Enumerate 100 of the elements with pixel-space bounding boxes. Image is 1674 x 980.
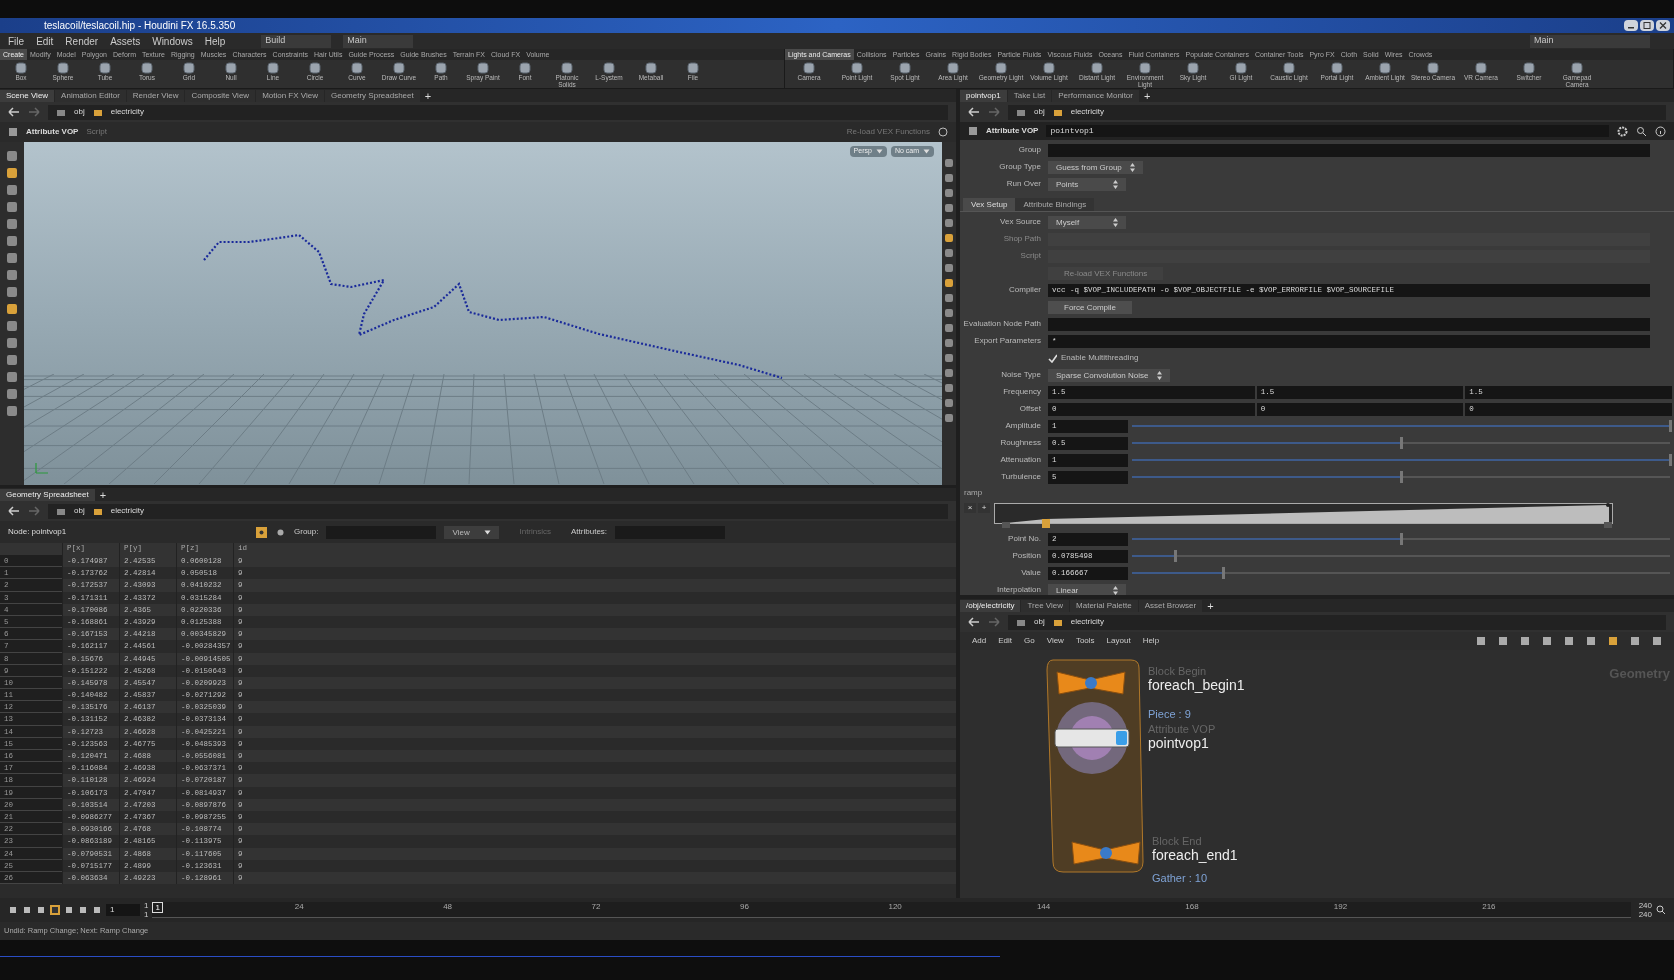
- menu-item[interactable]: View: [1046, 635, 1064, 647]
- menu-item[interactable]: Windows: [152, 33, 193, 49]
- pane-tab[interactable]: Geometry Spreadsheet: [0, 489, 95, 501]
- slider-track[interactable]: [1132, 437, 1670, 449]
- frame-field[interactable]: 1: [106, 904, 140, 916]
- square-icon[interactable]: [944, 308, 954, 318]
- pane-tab[interactable]: Asset Browser: [1138, 600, 1203, 612]
- parameter-tab[interactable]: Attribute Bindings: [1015, 198, 1095, 211]
- square-icon[interactable]: [1542, 636, 1552, 646]
- slider-handle[interactable]: [1174, 550, 1178, 562]
- desktop-dropdown[interactable]: Main: [343, 34, 414, 48]
- square-icon[interactable]: [6, 167, 18, 179]
- square-icon[interactable]: [944, 353, 954, 363]
- search-icon[interactable]: [1636, 125, 1647, 137]
- pane-tab[interactable]: Animation Editor: [55, 90, 126, 102]
- square-icon[interactable]: [6, 218, 18, 230]
- pane-tab[interactable]: Render View: [126, 90, 185, 102]
- forward-arrow-icon[interactable]: [988, 617, 1000, 627]
- ramp-point-button[interactable]: +: [978, 503, 990, 513]
- back-arrow-icon[interactable]: [8, 506, 20, 516]
- square-icon[interactable]: [1498, 636, 1508, 646]
- square-icon[interactable]: [6, 405, 18, 417]
- square-icon[interactable]: [944, 263, 954, 273]
- square-icon[interactable]: [6, 354, 18, 366]
- slider-track[interactable]: [1132, 420, 1670, 432]
- slider-handle[interactable]: [1669, 454, 1672, 466]
- text-field[interactable]: [1048, 143, 1650, 157]
- add-tab-button[interactable]: +: [420, 90, 436, 102]
- close-icon[interactable]: [1656, 20, 1670, 31]
- pane-tab[interactable]: Geometry Spreadsheet: [325, 90, 420, 102]
- square-icon[interactable]: [944, 218, 954, 228]
- path-segment[interactable]: electricity: [110, 505, 145, 517]
- add-tab-button[interactable]: +: [1203, 600, 1218, 612]
- square-icon[interactable]: [1586, 636, 1596, 646]
- add-tab-button[interactable]: +: [95, 489, 111, 501]
- square-icon[interactable]: [944, 188, 954, 198]
- ramp-editor-drawing[interactable]: [994, 503, 1614, 529]
- ramp-point-button[interactable]: ×: [964, 503, 976, 513]
- menu-item[interactable]: Tools: [1075, 635, 1095, 647]
- points-mode-icon[interactable]: [256, 526, 267, 538]
- pane-tab[interactable]: Composite View: [185, 90, 256, 102]
- forward-arrow-icon[interactable]: [28, 107, 40, 117]
- slider-handle[interactable]: [1400, 471, 1403, 483]
- square-icon[interactable]: [6, 303, 18, 315]
- square-icon[interactable]: [1608, 636, 1618, 646]
- square-icon[interactable]: [1476, 636, 1486, 646]
- pane-tab[interactable]: pointvop1: [960, 90, 1007, 102]
- search-icon[interactable]: [1656, 905, 1666, 915]
- square-icon[interactable]: [944, 338, 954, 348]
- dropdown-menu[interactable]: Sparse Convolution Noise: [1048, 368, 1170, 382]
- path-segment[interactable]: obj: [74, 505, 85, 517]
- dropdown-menu[interactable]: Guess from Group: [1048, 160, 1143, 174]
- menu-item[interactable]: Edit: [36, 33, 54, 49]
- pane-tab[interactable]: Tree View: [1021, 600, 1070, 612]
- menu-item[interactable]: Assets: [110, 33, 141, 49]
- menu-item[interactable]: Edit: [998, 635, 1013, 647]
- square-icon[interactable]: [944, 383, 954, 393]
- dropdown-menu[interactable]: Points: [1048, 177, 1126, 191]
- square-icon[interactable]: [6, 388, 18, 400]
- back-arrow-icon[interactable]: [968, 107, 980, 117]
- square-icon[interactable]: [944, 368, 954, 378]
- add-tab-button[interactable]: +: [1140, 90, 1155, 102]
- pane-tab[interactable]: Performance Monitor: [1052, 90, 1139, 102]
- slider-handle[interactable]: [1222, 567, 1226, 579]
- square-icon[interactable]: [944, 413, 954, 423]
- minimize-icon[interactable]: [1624, 20, 1638, 31]
- slider-handle[interactable]: [1400, 533, 1403, 545]
- square-icon[interactable]: [944, 278, 954, 288]
- menu-item[interactable]: Go: [1024, 635, 1035, 647]
- square-icon[interactable]: [6, 320, 18, 332]
- square-icon[interactable]: [944, 398, 954, 408]
- path-segment[interactable]: electricity: [1070, 106, 1105, 118]
- square-icon[interactable]: [1520, 636, 1530, 646]
- back-arrow-icon[interactable]: [968, 617, 980, 627]
- timeline-ruler[interactable]: 1 24 48 72 96 120 144 168 192 216: [152, 902, 1631, 918]
- block-node-drawing[interactable]: [1055, 670, 1127, 696]
- dropdown-menu[interactable]: Myself: [1048, 215, 1126, 229]
- slider-handle[interactable]: [1400, 437, 1403, 449]
- menu-item[interactable]: Add: [972, 635, 987, 647]
- current-frame-marker[interactable]: 1: [152, 902, 163, 913]
- slider-track[interactable]: [1132, 567, 1670, 579]
- menu-item[interactable]: Layout: [1106, 635, 1131, 647]
- menu-item[interactable]: Help: [1142, 635, 1160, 647]
- square-icon[interactable]: [1630, 636, 1640, 646]
- square-icon[interactable]: [944, 158, 954, 168]
- maximize-icon[interactable]: [1640, 20, 1654, 31]
- text-field[interactable]: [1048, 317, 1650, 331]
- desktop-dropdown[interactable]: Main: [1530, 34, 1650, 48]
- square-icon[interactable]: [1652, 636, 1662, 646]
- slider-track[interactable]: [1132, 533, 1670, 545]
- menu-item[interactable]: File: [8, 33, 25, 49]
- action-button[interactable]: Force Compile: [1048, 300, 1132, 314]
- square-icon[interactable]: [944, 293, 954, 303]
- square-icon[interactable]: [6, 184, 18, 196]
- slider-track[interactable]: [1132, 471, 1670, 483]
- square-icon[interactable]: [944, 203, 954, 213]
- parameter-tab[interactable]: Vex Setup: [963, 198, 1016, 211]
- path-segment[interactable]: electricity: [110, 106, 145, 118]
- slider-track[interactable]: [1132, 454, 1670, 466]
- slider-handle[interactable]: [1669, 420, 1672, 432]
